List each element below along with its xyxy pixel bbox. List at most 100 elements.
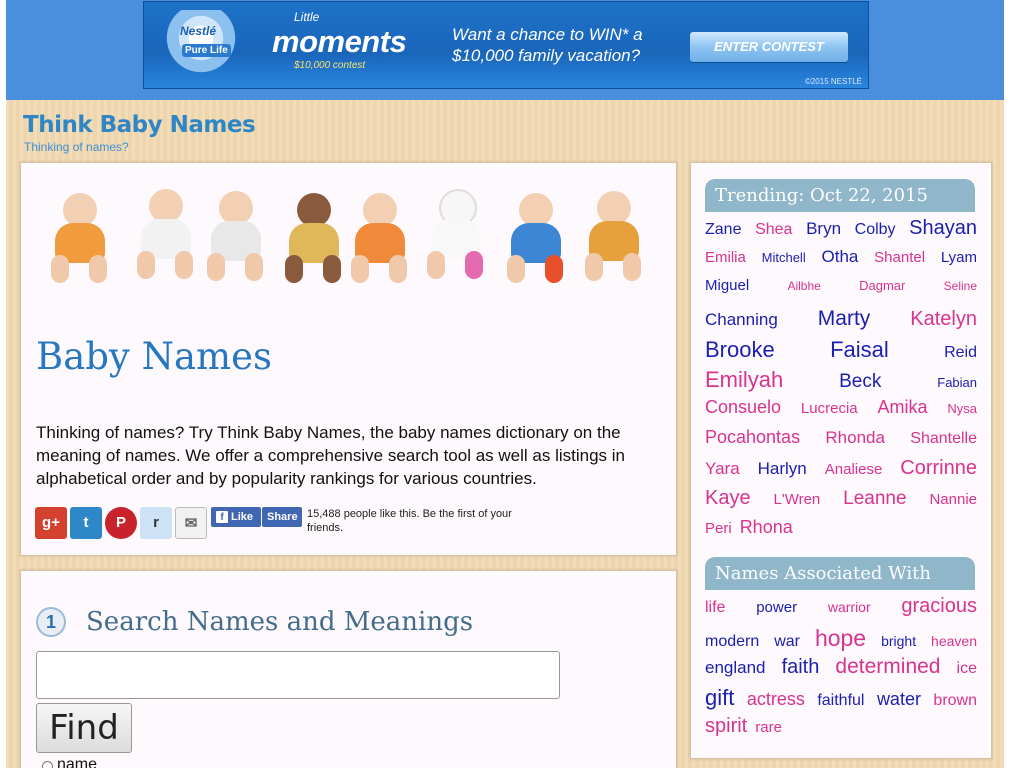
associated-word-link[interactable]: actress [747, 689, 805, 710]
trending-name-link[interactable]: Reid [944, 344, 977, 362]
intro-panel: Baby Names Thinking of names? Try Think … [20, 162, 677, 556]
associated-word-link[interactable]: faith [782, 656, 820, 679]
trending-name-link[interactable]: Corrinne [900, 457, 977, 480]
associated-word-link[interactable]: power [756, 599, 797, 616]
reddit-share-button[interactable]: r [140, 507, 172, 539]
trending-name-row: Consuelo Lucrecia Amika Nysa [705, 397, 977, 427]
trending-name-link[interactable]: Katelyn [910, 308, 977, 331]
baby-image [583, 191, 645, 287]
trending-name-link[interactable]: Mitchell [762, 250, 806, 265]
trending-name-link[interactable]: Faisal [830, 337, 889, 363]
facebook-like-button[interactable]: f Like [211, 507, 261, 527]
trending-name-link[interactable]: Dagmar [859, 278, 905, 293]
associated-word-link[interactable]: rare [755, 719, 782, 736]
trending-name-link[interactable]: Rhona [740, 517, 793, 538]
trending-name-link[interactable]: Yara [705, 459, 740, 479]
associated-word-link[interactable]: brown [933, 692, 977, 710]
associated-word-link[interactable]: war [774, 633, 800, 651]
trending-name-link[interactable]: Brooke [705, 337, 775, 363]
trending-name-link[interactable]: Amika [877, 397, 927, 418]
trending-name-link[interactable]: Nysa [947, 401, 977, 416]
trending-name-link[interactable]: Consuelo [705, 397, 781, 418]
associated-word-link[interactable]: water [877, 689, 921, 710]
trending-name-link[interactable]: Ailbhe [787, 279, 820, 293]
trending-name-link[interactable]: Kaye [705, 487, 751, 510]
trending-name-link[interactable]: Seline [944, 279, 977, 293]
site-title[interactable]: Think Baby Names [23, 112, 256, 138]
facebook-icon: f [216, 511, 228, 524]
trending-name-link[interactable]: Emilyah [705, 367, 783, 393]
enter-contest-button[interactable]: ENTER CONTEST [690, 32, 848, 62]
email-share-button[interactable]: ✉ [175, 507, 207, 539]
associated-word-link[interactable]: england [705, 658, 766, 678]
trending-name-link[interactable]: Nannie [929, 491, 977, 508]
associated-word-link[interactable]: ice [957, 660, 977, 678]
associated-word-link[interactable]: heaven [931, 633, 977, 649]
trending-name-link[interactable]: Shantelle [910, 430, 977, 448]
trending-name-link[interactable]: Zane [705, 221, 741, 239]
trending-name-link[interactable]: Otha [822, 247, 859, 267]
pinterest-share-button[interactable]: P [105, 507, 137, 539]
trending-name-link[interactable]: Rhonda [825, 428, 885, 448]
associated-word-link[interactable]: gracious [901, 595, 977, 618]
associated-word-link[interactable]: warrior [828, 599, 871, 615]
ad-brand-sub: Pure Life [182, 44, 231, 57]
associated-word-row: life power warrior gracious [705, 595, 977, 625]
baby-image [349, 193, 411, 289]
trending-name-row: Pocahontas Rhonda Shantelle [705, 427, 977, 457]
twitter-share-button[interactable]: t [70, 507, 102, 539]
ad-copyright: ©2015 NESTLÉ [804, 77, 862, 86]
ad-brand: Nestlé [180, 24, 217, 38]
trending-name-row: Yara Harlyn Analiese Corrinne [705, 457, 977, 487]
trending-name-link[interactable]: Shea [755, 221, 792, 239]
trending-name-row: Miguel Ailbhe Dagmar Seline [705, 277, 977, 307]
intro-text: Thinking of names? Try Think Baby Names,… [36, 423, 625, 488]
ad-big-text: moments [272, 24, 407, 59]
trending-name-link[interactable]: Miguel [705, 277, 749, 294]
associated-header: Names Associated With [705, 557, 975, 590]
ad-headline-line2: $10,000 family vacation? [452, 46, 641, 65]
google-plus-share-button[interactable]: g+ [35, 507, 67, 539]
trending-name-link[interactable]: Peri [705, 520, 732, 537]
associated-word-link[interactable]: bright [881, 633, 916, 649]
baby-image [49, 193, 111, 289]
trending-name-link[interactable]: Pocahontas [705, 427, 800, 448]
trending-name-link[interactable]: Harlyn [758, 459, 807, 479]
baby-image [205, 191, 267, 287]
associated-word-row: spirit rare [705, 715, 977, 745]
facebook-like-count: 15,488 people like this. Be the first of… [307, 508, 512, 534]
associated-word-link[interactable]: determined [835, 655, 940, 679]
trending-name-link[interactable]: Shantel [874, 249, 925, 266]
trending-name-link[interactable]: Channing [705, 310, 778, 330]
trending-name-link[interactable]: Lucrecia [801, 400, 858, 417]
trending-header: Trending: Oct 22, 2015 [705, 179, 975, 212]
associated-word-link[interactable]: faithful [817, 692, 864, 710]
pinterest-icon: P [115, 514, 126, 531]
associated-word-link[interactable]: modern [705, 633, 759, 651]
trending-name-link[interactable]: Shayan [909, 217, 977, 240]
trending-name-link[interactable]: Beck [839, 371, 881, 393]
ad-banner[interactable]: Nestlé Pure Life Little moments $10,000 … [143, 1, 869, 89]
trending-name-link[interactable]: Colby [855, 221, 896, 239]
trending-name-row: Brooke Faisal Reid [705, 337, 977, 367]
trending-name-link[interactable]: Marty [818, 307, 871, 331]
trending-name-row: Emilyah Beck Fabian [705, 367, 977, 397]
trending-name-link[interactable]: Analiese [825, 461, 883, 478]
associated-word-link[interactable]: spirit [705, 715, 747, 738]
trending-name-link[interactable]: Emilia [705, 249, 746, 266]
trending-name-link[interactable]: Fabian [937, 375, 977, 390]
trending-name-link[interactable]: Leanne [843, 488, 906, 510]
trending-name-link[interactable]: Bryn [806, 219, 841, 239]
page-title: Baby Names [36, 335, 273, 378]
name-radio-button[interactable] [42, 761, 53, 768]
associated-word-link[interactable]: gift [705, 685, 734, 711]
trending-name-link[interactable]: L'Wren [773, 491, 820, 508]
trending-name-link[interactable]: Lyam [941, 249, 977, 266]
baby-image [425, 189, 487, 285]
associated-word-link[interactable]: life [705, 599, 725, 617]
associated-word-link[interactable]: hope [815, 625, 866, 652]
search-input[interactable] [36, 651, 560, 699]
find-button[interactable]: Find [36, 703, 132, 753]
facebook-share-button[interactable]: Share [262, 507, 302, 527]
associated-word-cloud: life power warrior gracious modern war hope bri… [705, 595, 977, 745]
